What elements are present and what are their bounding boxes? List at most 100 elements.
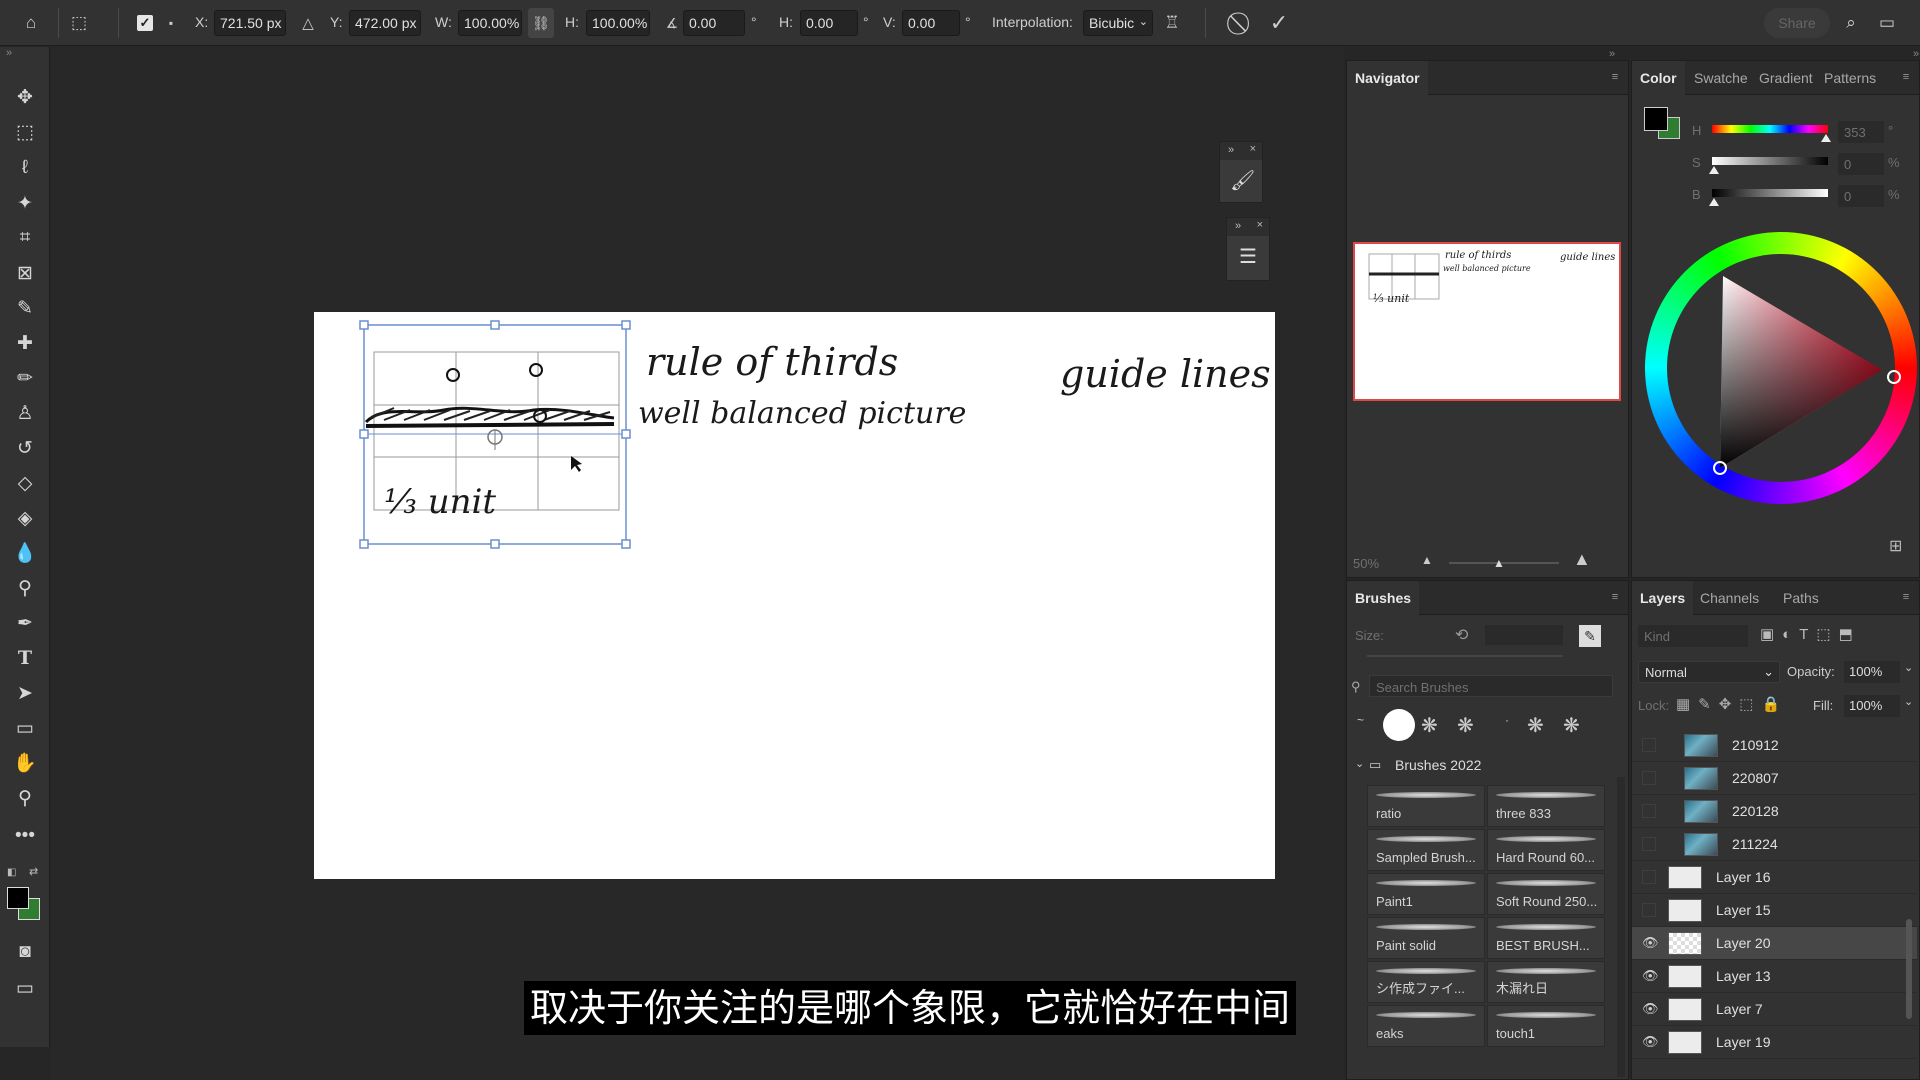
- pen-tool-icon[interactable]: ✒: [8, 608, 42, 638]
- fill-input[interactable]: 100%: [1844, 695, 1900, 717]
- zoom-value[interactable]: 50%: [1353, 555, 1379, 571]
- brush-search-input[interactable]: Search Brushes: [1369, 675, 1613, 697]
- zoom-out-icon[interactable]: ▲: [1421, 553, 1433, 567]
- visibility-toggle[interactable]: [1642, 771, 1656, 785]
- visibility-toggle[interactable]: [1642, 903, 1656, 917]
- chevron-down-icon[interactable]: ⌄: [1904, 695, 1913, 708]
- tab-paths[interactable]: Paths: [1775, 581, 1827, 615]
- brush-group-name[interactable]: Brushes 2022: [1395, 757, 1481, 773]
- size-input[interactable]: [1485, 625, 1563, 645]
- collapse-icon[interactable]: »: [1235, 220, 1241, 232]
- tab-color[interactable]: Color: [1632, 61, 1685, 95]
- eye-icon[interactable]: 👁: [1642, 1034, 1659, 1050]
- layers-scrollbar[interactable]: [1906, 919, 1912, 1019]
- close-icon[interactable]: ×: [1257, 219, 1263, 231]
- add-swatch-icon[interactable]: ⊞: [1889, 536, 1902, 556]
- magic-wand-tool-icon[interactable]: ✦: [8, 188, 42, 218]
- zoom-tool-icon[interactable]: ⚲: [8, 783, 42, 813]
- transform-tool-icon[interactable]: ⬚: [64, 8, 94, 38]
- saturation-slider[interactable]: [1712, 157, 1828, 165]
- recent-brush-texture[interactable]: ❋: [1527, 713, 1544, 738]
- foreground-color-chip[interactable]: [1644, 107, 1668, 131]
- s-input[interactable]: 0: [1838, 153, 1884, 175]
- layer-row[interactable]: 210912: [1632, 729, 1917, 762]
- panel-menu-icon[interactable]: ≡: [1608, 71, 1622, 83]
- brush-scrollbar[interactable]: [1617, 777, 1625, 1077]
- tab-gradient[interactable]: Gradient: [1751, 61, 1821, 95]
- expand-toolbar-icon[interactable]: »: [6, 47, 12, 59]
- default-colors-icon[interactable]: ◧: [7, 867, 16, 878]
- recent-brush-tiny[interactable]: ~: [1357, 713, 1364, 727]
- panel-menu-icon[interactable]: ≡: [1899, 71, 1913, 83]
- height-input[interactable]: 100.00%: [586, 10, 650, 36]
- new-brush-icon[interactable]: ✎: [1579, 625, 1601, 647]
- navigator-preview[interactable]: rule of thirds well balanced picture gui…: [1353, 242, 1621, 401]
- skew-h-input[interactable]: 0.00: [800, 10, 858, 36]
- brush-preset[interactable]: eaks: [1367, 1005, 1485, 1047]
- interpolation-select[interactable]: Bicubic ⌄: [1083, 10, 1153, 36]
- chevron-down-icon[interactable]: ⌄: [1904, 661, 1913, 674]
- type-tool-icon[interactable]: T: [8, 643, 42, 673]
- swap-colors-icon[interactable]: ⇄: [29, 865, 38, 878]
- brightness-slider-thumb[interactable]: [1709, 198, 1719, 206]
- brightness-slider[interactable]: [1712, 189, 1828, 197]
- layer-row[interactable]: Layer 16: [1632, 861, 1917, 894]
- visibility-toggle[interactable]: [1642, 738, 1656, 752]
- angle-input[interactable]: 0.00: [683, 10, 745, 36]
- eraser-tool-icon[interactable]: ◇: [8, 468, 42, 498]
- lock-icons[interactable]: ▦✎✥⬚🔒: [1676, 695, 1788, 713]
- layer-row[interactable]: 220807: [1632, 762, 1917, 795]
- commit-transform-icon[interactable]: ✓: [1264, 8, 1294, 38]
- panel-menu-icon[interactable]: ≡: [1608, 591, 1622, 603]
- hue-slider-thumb[interactable]: [1821, 134, 1831, 142]
- workspace-icon[interactable]: ▭: [1872, 8, 1902, 38]
- tab-layers[interactable]: Layers: [1632, 581, 1694, 615]
- collapse-panels-icon[interactable]: »: [1609, 48, 1615, 60]
- blend-mode-select[interactable]: Normal ⌄: [1638, 661, 1780, 683]
- clone-stamp-tool-icon[interactable]: ♙: [8, 398, 42, 428]
- layer-filter-icons[interactable]: ▣◐T⬚⬒: [1760, 625, 1861, 643]
- brush-preset[interactable]: Soft Round 250...: [1487, 873, 1605, 915]
- home-icon[interactable]: ⌂: [16, 8, 46, 38]
- quick-mask-icon[interactable]: ◙: [8, 937, 42, 967]
- layer-row[interactable]: 211224: [1632, 828, 1917, 861]
- brush-preset[interactable]: シ作成ファイ...: [1367, 961, 1485, 1003]
- eye-icon[interactable]: 👁: [1642, 968, 1659, 984]
- tab-patterns[interactable]: Patterns: [1816, 61, 1884, 95]
- history-brush-tool-icon[interactable]: ↺: [8, 433, 42, 463]
- rectangle-tool-icon[interactable]: ▭: [8, 713, 42, 743]
- close-icon[interactable]: ×: [1250, 143, 1256, 155]
- eye-icon[interactable]: 👁: [1642, 935, 1659, 951]
- recent-brush-texture[interactable]: ❋: [1457, 713, 1474, 738]
- x-input[interactable]: 721.50 px: [214, 10, 286, 36]
- brush-preset[interactable]: Hard Round 60...: [1487, 829, 1605, 871]
- canvas[interactable]: rule of thirds well balanced picture gui…: [314, 312, 1275, 879]
- visibility-toggle[interactable]: [1642, 870, 1656, 884]
- foreground-color-swatch[interactable]: [7, 887, 29, 909]
- path-selection-tool-icon[interactable]: ➤: [8, 678, 42, 708]
- brush-preset[interactable]: ratio: [1367, 785, 1485, 827]
- layer-filter-kind[interactable]: Kind: [1638, 625, 1748, 647]
- panel-menu-icon[interactable]: ≡: [1899, 591, 1913, 603]
- b-input[interactable]: 0: [1838, 185, 1884, 207]
- brush-settings-icon[interactable]: 🖌: [1230, 168, 1255, 193]
- screen-mode-icon[interactable]: ▭: [8, 973, 42, 1003]
- saturation-slider-thumb[interactable]: [1709, 166, 1719, 174]
- brush-preset[interactable]: 木漏れ日: [1487, 961, 1605, 1003]
- layer-row[interactable]: 👁 Layer 7: [1632, 993, 1917, 1026]
- move-tool-icon[interactable]: ✥: [8, 82, 42, 112]
- paint-bucket-tool-icon[interactable]: ◈: [8, 503, 42, 533]
- recent-brush-round[interactable]: [1383, 709, 1415, 741]
- brush-preset[interactable]: Sampled Brush...: [1367, 829, 1485, 871]
- hue-slider[interactable]: [1712, 125, 1828, 133]
- lasso-tool-icon[interactable]: ℓ: [8, 153, 42, 183]
- collapse-panels-icon[interactable]: »: [1913, 48, 1919, 60]
- relative-position-icon[interactable]: △: [293, 8, 323, 38]
- reference-point-icon[interactable]: ▪: [160, 8, 182, 38]
- brush-tool-icon[interactable]: ✏: [8, 363, 42, 393]
- tab-swatches[interactable]: Swatche: [1686, 61, 1756, 95]
- more-tools-icon[interactable]: •••: [8, 821, 42, 851]
- hand-tool-icon[interactable]: ✋: [8, 748, 42, 778]
- eyedropper-tool-icon[interactable]: ✎: [8, 293, 42, 323]
- frame-tool-icon[interactable]: ⊠: [8, 258, 42, 288]
